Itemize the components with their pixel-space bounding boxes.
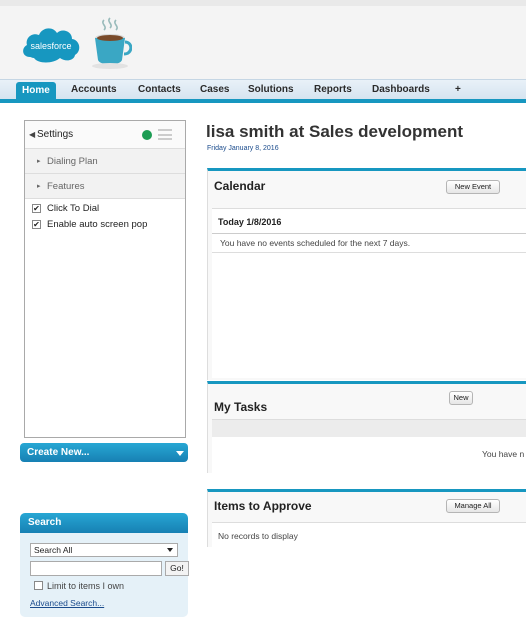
limit-to-own-option[interactable]: Limit to items I own bbox=[34, 581, 124, 591]
page-title: lisa smith at Sales development bbox=[206, 122, 463, 141]
features-label: Features bbox=[47, 181, 85, 192]
approve-empty-row: No records to display bbox=[212, 522, 526, 548]
tab-contacts[interactable]: Contacts bbox=[138, 84, 181, 95]
tab-cases[interactable]: Cases bbox=[200, 84, 229, 95]
tab-reports[interactable]: Reports bbox=[314, 84, 352, 95]
search-input[interactable] bbox=[30, 561, 162, 576]
my-tasks-section: My Tasks New You have n bbox=[207, 381, 526, 473]
calendar-title: Calendar bbox=[214, 179, 266, 193]
new-task-button[interactable]: New bbox=[449, 391, 473, 405]
auto-screen-pop-option[interactable]: ✔ Enable auto screen pop bbox=[25, 217, 185, 233]
search-scope-select[interactable]: Search All bbox=[30, 543, 178, 557]
calendar-section: Calendar New Event Today 1/8/2016 You ha… bbox=[207, 168, 526, 380]
salesforce-logo[interactable]: salesforce bbox=[20, 23, 83, 66]
tab-home[interactable]: Home bbox=[16, 82, 56, 100]
calendar-empty-row: You have no events scheduled for the nex… bbox=[212, 233, 526, 253]
search-scope-value: Search All bbox=[34, 545, 73, 555]
tab-accounts[interactable]: Accounts bbox=[71, 84, 117, 95]
auto-screen-pop-label: Enable auto screen pop bbox=[47, 219, 148, 230]
chevron-right-icon: ▸ bbox=[37, 158, 41, 165]
tab-add[interactable]: + bbox=[455, 84, 461, 95]
tasks-body: You have n bbox=[212, 437, 526, 473]
coffee-mug-icon bbox=[92, 17, 132, 69]
main-tab-bar: Home Accounts Contacts Cases Solutions R… bbox=[0, 79, 526, 103]
calendar-body: Today 1/8/2016 You have no events schedu… bbox=[212, 208, 526, 378]
limit-label: Limit to items I own bbox=[47, 581, 125, 591]
tab-solutions[interactable]: Solutions bbox=[248, 84, 294, 95]
settings-row-dialing-plan[interactable]: ▸ Dialing Plan bbox=[25, 149, 185, 174]
softphone-settings-panel: ◀ Settings ▸ Dialing Plan ▸ Features ✔ C… bbox=[24, 120, 186, 438]
search-title: Search bbox=[28, 517, 62, 528]
settings-title: Settings bbox=[37, 129, 74, 140]
logo-text: salesforce bbox=[30, 41, 71, 51]
auto-screen-pop-checkbox[interactable]: ✔ bbox=[32, 220, 41, 229]
click-to-dial-option[interactable]: ✔ Click To Dial bbox=[25, 201, 185, 217]
approve-empty-message: No records to display bbox=[218, 531, 298, 541]
click-to-dial-label: Click To Dial bbox=[47, 203, 100, 214]
menu-icon[interactable] bbox=[158, 129, 172, 140]
tab-dashboards[interactable]: Dashboards bbox=[372, 84, 430, 95]
limit-checkbox[interactable] bbox=[34, 581, 43, 590]
chevron-down-icon bbox=[176, 451, 184, 456]
back-icon[interactable]: ◀ bbox=[29, 130, 35, 139]
sidebar-search: Search Search All Go! Limit to items I o… bbox=[20, 513, 189, 617]
approve-title: Items to Approve bbox=[214, 499, 312, 513]
advanced-search-link[interactable]: Advanced Search... bbox=[30, 598, 104, 608]
dialing-plan-label: Dialing Plan bbox=[47, 156, 98, 167]
chevron-right-icon: ▸ bbox=[37, 183, 41, 190]
create-new-label: Create New... bbox=[27, 447, 90, 458]
status-indicator bbox=[142, 130, 152, 140]
app-header: salesforce bbox=[0, 0, 526, 80]
items-to-approve-section: Items to Approve Manage All No records t… bbox=[207, 489, 526, 548]
new-event-button[interactable]: New Event bbox=[446, 180, 500, 194]
tasks-filter-bar bbox=[212, 419, 526, 437]
click-to-dial-checkbox[interactable]: ✔ bbox=[32, 204, 41, 213]
manage-all-button[interactable]: Manage All bbox=[446, 499, 500, 513]
chevron-down-icon bbox=[167, 548, 173, 552]
tasks-message: You have n bbox=[482, 449, 525, 459]
create-new-button[interactable]: Create New... bbox=[20, 443, 188, 462]
settings-header: ◀ Settings bbox=[25, 121, 185, 149]
calendar-empty-message: You have no events scheduled for the nex… bbox=[220, 238, 411, 248]
go-button[interactable]: Go! bbox=[165, 561, 189, 576]
calendar-today-label: Today 1/8/2016 bbox=[218, 217, 282, 227]
search-header: Search bbox=[20, 513, 188, 533]
settings-row-features[interactable]: ▸ Features bbox=[25, 174, 185, 199]
tasks-title: My Tasks bbox=[214, 400, 268, 414]
page-date: Friday January 8, 2016 bbox=[207, 145, 279, 152]
